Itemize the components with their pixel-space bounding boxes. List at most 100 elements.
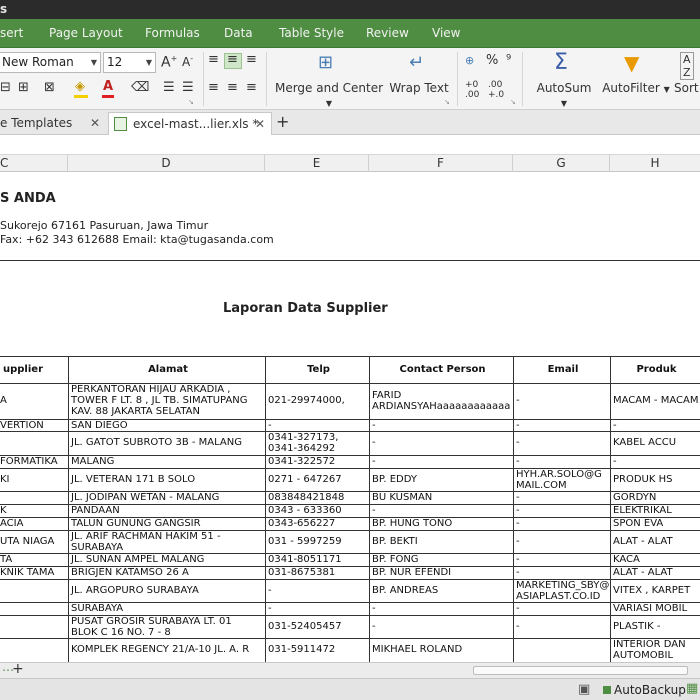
table-cell-produk[interactable]: MACAM - MACAM [610,395,700,407]
table-cell-alamat[interactable]: JL. GATOT SUBROTO 3B - MALANG [68,437,265,449]
table-cell-supplier[interactable]: KNIK TAMA [0,567,68,579]
currency-icon[interactable]: ⊕ [465,54,474,67]
table-cell-email[interactable]: - [513,567,610,579]
table-cell-telp[interactable]: 021-29974000, [265,395,369,407]
table-cell-produk[interactable]: INTERIOR DAN AUTOMOBIL [610,639,700,662]
table-cell-alamat[interactable]: KOMPLEK REGENCY 21/A-10 JL. A. R [68,644,265,656]
menu-page-layout[interactable]: Page Layout [49,19,123,48]
font-size-combo[interactable]: 12 ▼ [103,52,156,73]
table-cell-alamat[interactable]: JL. SUNAN AMPEL MALANG [68,554,265,566]
close-icon[interactable]: ✕ [255,113,265,135]
menu-formulas[interactable]: Formulas [145,19,200,48]
merge-center-icon[interactable]: ⊞ [318,52,333,73]
column-header-d[interactable]: D [68,155,265,172]
table-cell-supplier[interactable] [0,621,68,633]
table-cell-supplier[interactable]: ACIA [0,518,68,530]
tab-templates[interactable]: e Templates ✕ [0,112,106,135]
table-cell-produk[interactable]: VITEX , KARPET A [610,585,700,597]
indent-decrease-icon[interactable]: ☰ [163,80,175,95]
sort-button[interactable]: Sort [674,81,700,95]
add-sheet-button[interactable]: + [12,661,24,677]
decrease-decimal-icon[interactable]: .00 +.0 [488,80,504,100]
table-cell-produk[interactable]: KABEL ACCU [610,437,700,449]
new-tab-button[interactable]: + [276,112,292,135]
increase-font-icon[interactable]: A+ [161,54,177,71]
align-right-icon[interactable]: ≡ [246,80,257,95]
table-cell-email[interactable]: MARKETING_SBY@ ASIAPLAST.CO.ID [513,580,610,603]
table-cell-supplier[interactable] [0,492,68,504]
dialog-launcher-icon[interactable]: ↘ [444,98,450,106]
menu-insert[interactable]: sert [0,19,23,48]
table-cell-produk[interactable]: GORDYN [610,492,700,504]
table-cell-telp[interactable]: - [265,603,369,615]
table-cell-telp[interactable]: 031-5911472 [265,644,369,656]
table-cell-contact-person[interactable]: BP. EDDY [369,474,513,486]
align-middle-icon[interactable]: ≡ [227,52,238,67]
table-cell-alamat[interactable]: BRIGJEN KATAMSO 26 A [68,567,265,579]
table-cell-email[interactable]: - [513,492,610,504]
align-top-icon[interactable]: ≡ [208,52,219,67]
table-cell-email[interactable]: - [513,536,610,548]
comma-style-icon[interactable]: ⁹ [506,53,511,68]
strikethrough-icon[interactable]: ⊟ [0,80,11,95]
table-cell-contact-person[interactable]: - [369,505,513,517]
autosum-icon[interactable]: Σ [554,50,568,75]
fill-color-icon[interactable]: ◈ [75,79,85,94]
autobackup-label[interactable]: AutoBackup [614,683,686,697]
table-cell-supplier[interactable] [0,437,68,449]
borders-icon[interactable]: ⊞ [18,80,29,95]
wrap-text-button[interactable]: Wrap Text [389,81,449,95]
table-cell-email[interactable]: - [513,518,610,530]
table-cell-email[interactable]: - [513,603,610,615]
table-cell-email[interactable]: - [513,437,610,449]
table-cell-contact-person[interactable]: BP. FONG [369,554,513,566]
table-cell-produk[interactable]: SPON EVA [610,518,700,530]
table-cell-telp[interactable]: 031-8675381 [265,567,369,579]
table-cell-telp[interactable]: - [265,585,369,597]
autofilter-icon[interactable]: ▼ [624,51,639,75]
table-cell-supplier[interactable]: TA [0,554,68,566]
table-cell-telp[interactable]: 0343 - 633360 [265,505,369,517]
column-header-g[interactable]: G [513,155,610,172]
table-cell-supplier[interactable]: UTA NIAGA [0,536,68,548]
grid-view-icon[interactable]: ▦ [686,681,698,696]
cell-style-icon[interactable]: ⊠ [44,80,55,95]
save-icon[interactable]: ▣ [578,682,590,697]
table-cell-produk[interactable]: PRODUK HS [610,474,700,486]
decrease-font-icon[interactable]: A- [182,54,193,69]
table-cell-email[interactable]: - [513,621,610,633]
table-cell-produk[interactable]: ALAT - ALAT TEHN [610,567,700,579]
table-cell-supplier[interactable]: A [0,395,68,407]
column-header-f[interactable]: F [369,155,513,172]
table-cell-contact-person[interactable]: BP. HUNG TONO [369,518,513,530]
align-left-icon[interactable]: ≡ [208,80,219,95]
table-cell-produk[interactable]: VARIASI MOBIL [610,603,700,615]
table-cell-telp[interactable]: 0341-327173, 0341-364292 [265,432,369,455]
table-cell-telp[interactable]: 0341-8051171 [265,554,369,566]
table-cell-contact-person[interactable]: BP. ANDREAS [369,585,513,597]
table-cell-email[interactable]: - [513,395,610,407]
column-header-e[interactable]: E [265,155,369,172]
table-cell-supplier[interactable]: K [0,505,68,517]
spreadsheet-grid[interactable]: S ANDA Sukorejo 67161 Pasuruan, Jawa Tim… [0,172,700,662]
table-cell-telp[interactable]: 0271 - 647267 [265,474,369,486]
table-cell-produk[interactable]: PLASTIK - PLASTIK [610,621,700,633]
table-cell-email[interactable]: - [513,554,610,566]
indent-increase-icon[interactable]: ☰ [182,80,194,95]
table-cell-produk[interactable]: KACA [610,554,700,566]
column-header-h[interactable]: H [610,155,700,172]
table-cell-telp[interactable]: 0341-322572 [265,456,369,468]
table-cell-contact-person[interactable]: - [369,621,513,633]
table-cell-email[interactable] [513,644,610,656]
column-header-c[interactable]: C [0,155,68,172]
align-bottom-icon[interactable]: ≡ [246,52,257,67]
table-cell-supplier[interactable]: FORMATIKA [0,456,68,468]
table-cell-contact-person[interactable]: BP. NUR EFENDI [369,567,513,579]
menu-review[interactable]: Review [366,19,409,48]
table-cell-contact-person[interactable]: - [369,603,513,615]
table-cell-alamat[interactable]: MALANG [68,456,265,468]
font-color-icon[interactable]: A [103,79,113,94]
table-cell-alamat[interactable]: TALUN GUNUNG GANGSIR [68,518,265,530]
table-cell-produk[interactable]: ELEKTRIKAL [610,505,700,517]
table-cell-alamat[interactable]: PUSAT GROSIR SURABAYA LT. 01 BLOK C 16 N… [68,616,265,639]
